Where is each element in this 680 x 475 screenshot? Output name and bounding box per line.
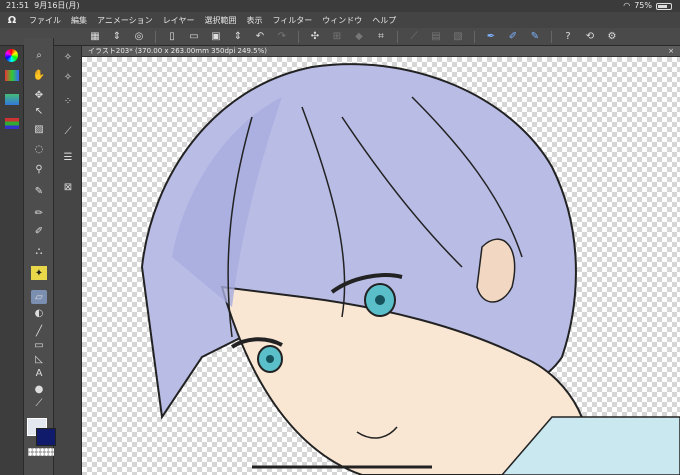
sub-tool-icon[interactable]: ⁘ xyxy=(60,94,76,108)
illustration-artwork xyxy=(140,63,680,475)
menu-file[interactable]: ファイル xyxy=(24,15,66,26)
toolbar-divider xyxy=(397,30,398,43)
eraser-icon[interactable]: ▱ xyxy=(31,290,47,304)
menu-window[interactable]: ウィンドウ xyxy=(317,15,367,26)
pen-blue-icon[interactable]: ✒ xyxy=(482,30,500,44)
frame-border-icon[interactable]: ▭ xyxy=(31,338,47,352)
move-icon[interactable]: ✥ xyxy=(31,88,47,102)
tool-bar: ⌕ ✋ ✥ ↖ ▨ ◌ ⚲ ✎ ✏ ✐ ⛬ ✦ ▱ ◐ ╱ ▭ ◺ A ● ⟋ xyxy=(24,38,54,475)
sub-color-swatch[interactable] xyxy=(36,428,56,446)
toolbar-divider xyxy=(298,30,299,43)
open-folder-icon[interactable]: ▭ xyxy=(185,30,203,44)
menu-selection[interactable]: 選択範囲 xyxy=(199,15,241,26)
hand-icon[interactable]: ✋ xyxy=(31,68,47,82)
ruler-icon[interactable]: ⟋ xyxy=(405,30,423,44)
canvas-tab-title: イラスト203* (370.00 x 263.00mm 350dpi 249.5… xyxy=(88,47,267,55)
close-icon[interactable]: × xyxy=(668,46,674,57)
toolbar-divider xyxy=(155,30,156,43)
color-set-icon[interactable] xyxy=(5,70,19,81)
transform-icon[interactable]: ⊞ xyxy=(328,30,346,44)
correct-line-icon[interactable]: ⟋ xyxy=(31,396,47,410)
transparent-color-swatch[interactable] xyxy=(28,448,54,456)
palette-bar xyxy=(0,46,24,475)
save-icon[interactable]: ▣ xyxy=(207,30,225,44)
battery-icon xyxy=(656,2,672,10)
figure-icon[interactable]: ╱ xyxy=(31,324,47,338)
menu-layer[interactable]: レイヤー xyxy=(158,15,200,26)
spiral-icon[interactable]: ◎ xyxy=(130,30,148,44)
status-date: 9月16日(月) xyxy=(34,1,80,10)
sub-tool-icon[interactable]: ✧ xyxy=(60,50,76,64)
menu-edit[interactable]: 編集 xyxy=(66,15,92,26)
battery-percent: 75% xyxy=(634,1,652,10)
menu-filter[interactable]: フィルター xyxy=(267,15,317,26)
wifi-icon: ◠ xyxy=(623,1,631,10)
drawing-canvas[interactable] xyxy=(82,57,680,475)
fill-icon[interactable]: ◆ xyxy=(350,30,368,44)
sparkle-icon[interactable]: ✣ xyxy=(306,30,324,44)
redo-icon[interactable]: ↷ xyxy=(273,30,291,44)
menu-animation[interactable]: アニメーション xyxy=(92,15,158,26)
navigator-icon[interactable]: ⊠ xyxy=(60,180,76,194)
status-time-date: 21:51 9月16日(月) xyxy=(6,0,80,12)
color-wheel-icon[interactable] xyxy=(5,49,18,62)
arrows-updown-icon[interactable]: ⇕ xyxy=(229,30,247,44)
decoration-icon[interactable]: ✦ xyxy=(31,266,47,280)
pen-blue-icon[interactable]: ✐ xyxy=(504,30,522,44)
menu-view[interactable]: 表示 xyxy=(241,15,267,26)
canvas-tab[interactable]: イラスト203* (370.00 x 263.00mm 350dpi 249.5… xyxy=(82,46,680,57)
status-right: ◠ 75% xyxy=(623,0,672,12)
grid-icon[interactable]: ▦ xyxy=(86,30,104,44)
sub-tool-icon[interactable]: ⟋ xyxy=(60,124,76,138)
sub-tool-bar: ✧ ✧ ⁘ ⟋ ☰ ⊠ xyxy=(54,46,82,475)
layer-move-icon[interactable]: ▨ xyxy=(31,122,47,136)
lasso-icon[interactable]: ◌ xyxy=(31,142,47,156)
balloon-icon[interactable]: ● xyxy=(31,382,47,396)
pencil-icon[interactable]: ✏ xyxy=(31,206,47,220)
status-time: 21:51 xyxy=(6,1,30,10)
menu-help[interactable]: ヘルプ xyxy=(367,15,401,26)
layer-stack-icon[interactable]: ☰ xyxy=(60,150,76,164)
undo-icon[interactable]: ↶ xyxy=(251,30,269,44)
new-file-icon[interactable]: ▯ xyxy=(163,30,181,44)
blend-icon[interactable]: ◐ xyxy=(31,306,47,320)
eyedropper-icon[interactable]: ⚲ xyxy=(31,162,47,176)
toolbar-divider xyxy=(474,30,475,43)
pen-tool-icon[interactable]: ✎ xyxy=(31,184,47,198)
pen-blue-icon[interactable]: ✎ xyxy=(526,30,544,44)
ruler-icon[interactable]: ▤ xyxy=(427,30,445,44)
zoom-icon[interactable]: ⌕ xyxy=(31,48,47,62)
operation-icon[interactable]: ↖ xyxy=(31,104,47,118)
intermediate-color-icon[interactable] xyxy=(5,94,19,105)
arrows-updown-icon[interactable]: ⇕ xyxy=(108,30,126,44)
ios-status-bar: 21:51 9月16日(月) ◠ 75% xyxy=(0,0,680,12)
settings-icon[interactable]: ⚙ xyxy=(603,30,621,44)
ruler-icon[interactable]: ▧ xyxy=(449,30,467,44)
command-bar: ▦ ⇕ ◎ ▯ ▭ ▣ ⇕ ↶ ↷ ✣ ⊞ ◆ ⌗ ⟋ ▤ ▧ ✒ ✐ ✎ ? … xyxy=(0,28,680,46)
help-icon[interactable]: ? xyxy=(559,30,577,44)
rotate-icon[interactable]: ⟲ xyxy=(581,30,599,44)
text-icon[interactable]: A xyxy=(31,366,47,380)
sub-tool-icon[interactable]: ✧ xyxy=(60,70,76,84)
app-logo-icon[interactable]: Ω xyxy=(0,15,24,26)
crop-icon[interactable]: ⌗ xyxy=(372,30,390,44)
menu-bar: Ω ファイル 編集 アニメーション レイヤー 選択範囲 表示 フィルター ウィン… xyxy=(0,12,680,28)
ruler-tool-icon[interactable]: ◺ xyxy=(31,352,47,366)
airbrush-icon[interactable]: ⛬ xyxy=(31,244,47,258)
brush-icon[interactable]: ✐ xyxy=(31,224,47,238)
color-history-icon[interactable] xyxy=(5,118,19,129)
toolbar-divider xyxy=(551,30,552,43)
